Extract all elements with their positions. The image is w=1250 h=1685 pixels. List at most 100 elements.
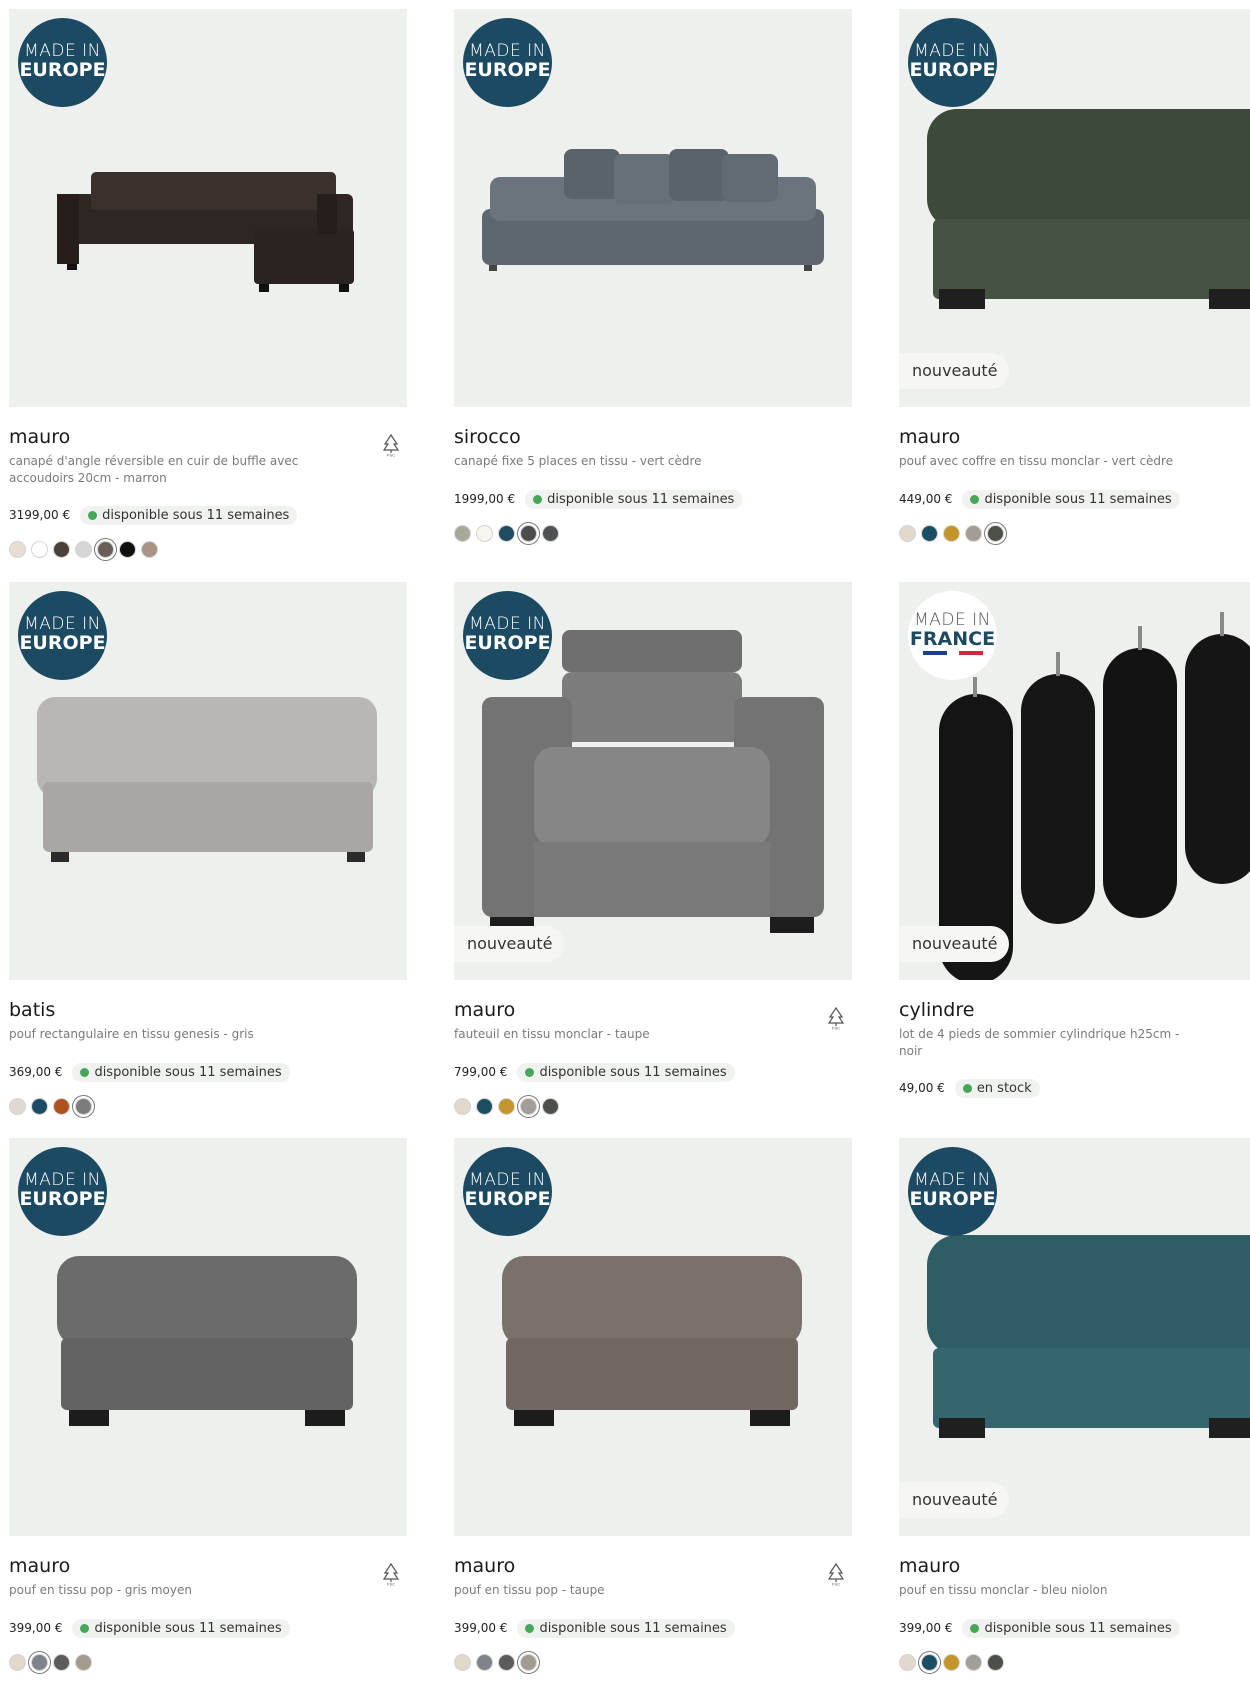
made-in-badge: MADE IN EUROPE	[18, 591, 107, 680]
color-swatch[interactable]	[921, 1654, 938, 1671]
product-image[interactable]: MADE IN EUROPE nouveauté	[899, 9, 1250, 407]
color-swatch[interactable]	[943, 1654, 960, 1671]
badge-line1: MADE IN	[469, 1170, 546, 1190]
fsc-tree-icon: FSC	[827, 1562, 845, 1586]
made-in-badge: MADE IN EUROPE	[18, 18, 107, 107]
price: 399,00 €	[454, 1621, 508, 1635]
availability-badge: disponible sous 11 semaines	[962, 489, 1180, 509]
availability-badge: en stock	[954, 1078, 1040, 1098]
made-in-badge: MADE IN EUROPE	[463, 1147, 552, 1236]
product-image[interactable]: MADE IN EUROPE nouveauté	[899, 1138, 1250, 1536]
product-name[interactable]: sirocco	[454, 426, 521, 448]
color-swatch[interactable]	[31, 541, 48, 558]
availability-text: disponible sous 11 semaines	[94, 1620, 282, 1636]
product-description: pouf avec coffre en tissu monclar - vert…	[899, 454, 1174, 468]
color-swatch[interactable]	[31, 1654, 48, 1671]
fsc-tree-icon: FSC	[382, 433, 400, 457]
color-swatch[interactable]	[987, 525, 1004, 542]
color-swatch[interactable]	[542, 1098, 559, 1115]
color-swatches	[9, 1654, 92, 1674]
color-swatch[interactable]	[53, 1654, 70, 1671]
color-swatch[interactable]	[53, 541, 70, 558]
price-row: 369,00 € disponible sous 11 semaines	[9, 1062, 290, 1082]
new-tag: nouveauté	[899, 353, 1010, 389]
badge-line2: EUROPE	[909, 59, 996, 81]
product-name[interactable]: mauro	[9, 426, 70, 448]
product-image[interactable]: MADE IN FRANCE nouveauté	[899, 582, 1250, 980]
product-description: canapé fixe 5 places en tissu - vert cèd…	[454, 454, 702, 468]
product-description: pouf en tissu monclar - bleu niolon	[899, 1583, 1108, 1597]
made-in-badge: MADE IN EUROPE	[463, 591, 552, 680]
new-tag: nouveauté	[454, 926, 565, 962]
price-row: 449,00 € disponible sous 11 semaines	[899, 489, 1180, 509]
color-swatch[interactable]	[141, 541, 158, 558]
product-image[interactable]: MADE IN EUROPE nouveauté	[454, 582, 852, 980]
price: 49,00 €	[899, 1081, 945, 1095]
price-row: 1999,00 € disponible sous 11 semaines	[454, 489, 743, 509]
color-swatch[interactable]	[476, 1098, 493, 1115]
price: 3199,00 €	[9, 508, 71, 522]
availability-text: disponible sous 11 semaines	[94, 1064, 282, 1080]
badge-line2: EUROPE	[464, 632, 551, 654]
svg-text:FSC: FSC	[387, 1582, 395, 1587]
color-swatch[interactable]	[965, 525, 982, 542]
made-in-badge: MADE IN EUROPE	[463, 18, 552, 107]
svg-text:FSC: FSC	[832, 1026, 840, 1031]
availability-dot	[970, 1623, 980, 1633]
color-swatch[interactable]	[476, 525, 493, 542]
color-swatch[interactable]	[899, 1654, 916, 1671]
color-swatch[interactable]	[53, 1098, 70, 1115]
color-swatch[interactable]	[119, 541, 136, 558]
product-image[interactable]: MADE IN EUROPE	[9, 1138, 407, 1536]
product-image[interactable]: MADE IN EUROPE	[454, 1138, 852, 1536]
color-swatches	[9, 1098, 92, 1118]
color-swatch[interactable]	[75, 541, 92, 558]
color-swatch[interactable]	[498, 1098, 515, 1115]
product-image[interactable]: MADE IN EUROPE	[454, 9, 852, 407]
badge-line1: MADE IN	[914, 41, 991, 61]
fsc-tree-icon: FSC	[382, 1562, 400, 1587]
product-name[interactable]: batis	[9, 999, 55, 1021]
badge-line1: MADE IN	[914, 610, 991, 630]
color-swatch[interactable]	[965, 1654, 982, 1671]
color-swatch[interactable]	[498, 525, 515, 542]
color-swatch[interactable]	[75, 1098, 92, 1115]
product-description: pouf en tissu pop - gris moyen	[9, 1583, 192, 1597]
color-swatch[interactable]	[943, 525, 960, 542]
product-name[interactable]: mauro	[899, 1555, 960, 1577]
availability-badge: disponible sous 11 semaines	[517, 1062, 735, 1082]
product-name[interactable]: mauro	[9, 1555, 70, 1577]
product-name[interactable]: mauro	[454, 999, 515, 1021]
color-swatch[interactable]	[9, 1098, 26, 1115]
color-swatch[interactable]	[75, 1654, 92, 1671]
color-swatch[interactable]	[921, 525, 938, 542]
color-swatch[interactable]	[97, 541, 114, 558]
color-swatch[interactable]	[454, 525, 471, 542]
product-description: canapé d'angle réversible en cuir de buf…	[9, 454, 299, 485]
product-description: pouf rectangulaire en tissu genesis - gr…	[9, 1027, 254, 1041]
color-swatch[interactable]	[9, 1654, 26, 1671]
color-swatch[interactable]	[987, 1654, 1004, 1671]
product-name[interactable]: mauro	[899, 426, 960, 448]
price-row: 799,00 € disponible sous 11 semaines	[454, 1062, 735, 1082]
availability-badge: disponible sous 11 semaines	[72, 1618, 290, 1638]
color-swatch[interactable]	[454, 1654, 471, 1671]
color-swatch[interactable]	[454, 1098, 471, 1115]
color-swatch[interactable]	[520, 525, 537, 542]
product-name[interactable]: cylindre	[899, 999, 974, 1021]
badge-line1: MADE IN	[914, 1170, 991, 1190]
color-swatch[interactable]	[9, 541, 26, 558]
color-swatch[interactable]	[498, 1654, 515, 1671]
color-swatch[interactable]	[542, 525, 559, 542]
product-image[interactable]: MADE IN EUROPE	[9, 9, 407, 407]
badge-line2: EUROPE	[464, 1188, 551, 1210]
badge-line2: EUROPE	[19, 1188, 106, 1210]
product-image[interactable]: MADE IN EUROPE	[9, 582, 407, 980]
color-swatch[interactable]	[476, 1654, 493, 1671]
color-swatch[interactable]	[520, 1098, 537, 1115]
color-swatch[interactable]	[31, 1098, 48, 1115]
product-name[interactable]: mauro	[454, 1555, 515, 1577]
availability-dot	[80, 1067, 90, 1077]
color-swatch[interactable]	[520, 1654, 537, 1671]
color-swatch[interactable]	[899, 525, 916, 542]
